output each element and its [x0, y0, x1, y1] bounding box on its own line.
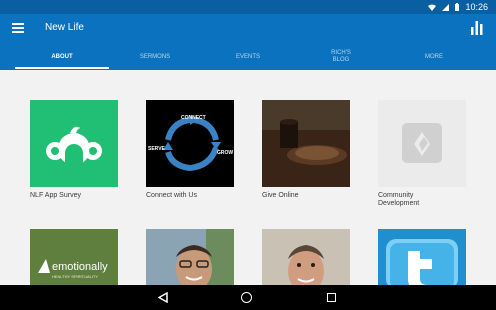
tile-community-development[interactable] [378, 100, 466, 187]
wifi-icon [428, 4, 437, 11]
menu-icon[interactable] [12, 23, 24, 33]
bar-chart-icon[interactable] [471, 21, 483, 35]
coffee-cup-photo-icon [262, 100, 350, 187]
cycle-label: SERVE [148, 146, 166, 152]
emotionally-healthy-logo-icon: emotionally HEALTHY SPIRITUALITY [38, 259, 108, 279]
placeholder-logo-icon [402, 123, 442, 163]
battery-icon [455, 3, 460, 11]
twitter-logo-icon [386, 239, 458, 289]
person-photo-icon [262, 229, 350, 293]
surveymonkey-logo-icon [46, 126, 102, 165]
tile-label: Community Development [378, 192, 420, 207]
home-icon[interactable] [241, 292, 252, 303]
tile-label: Give Online [262, 192, 299, 199]
about-grid: NLF App Survey CONNECT GROW SERVE Connec… [0, 70, 496, 293]
connect-cycle-icon: CONNECT GROW SERVE [148, 115, 233, 172]
logo-text: emotionally [52, 261, 108, 273]
tab-sermons[interactable]: SERMONS [110, 44, 200, 70]
tab-indicator [15, 67, 109, 69]
tile-person-1[interactable] [146, 229, 234, 291]
recents-icon[interactable] [327, 293, 336, 302]
tab-events[interactable]: EVENTS [203, 44, 293, 70]
tab-richs-blog[interactable]: RICH'S BLOG [296, 44, 386, 70]
status-time: 10:26 [465, 2, 488, 12]
tile-give-online[interactable] [262, 100, 350, 187]
tile-person-2[interactable] [262, 229, 350, 293]
person-photo-icon [146, 229, 234, 291]
signal-icon [442, 3, 450, 11]
tile-twitter[interactable] [378, 229, 466, 289]
back-icon[interactable] [158, 292, 168, 303]
tile-label: NLF App Survey [30, 192, 81, 199]
status-icons: 10:26 [428, 1, 488, 13]
tile-nlf-app-survey[interactable] [30, 100, 118, 187]
tab-more[interactable]: MORE [389, 44, 479, 70]
app-bar: New Life [0, 14, 496, 44]
tile-connect-with-us[interactable]: CONNECT GROW SERVE [146, 100, 234, 187]
logo-subtext: HEALTHY SPIRITUALITY [52, 274, 98, 279]
app-title: New Life [45, 22, 84, 33]
cycle-label: GROW [217, 150, 233, 156]
status-bar: 10:26 [0, 0, 496, 14]
tile-emotionally-healthy[interactable]: emotionally HEALTHY SPIRITUALITY [30, 229, 118, 286]
system-nav-bar [0, 285, 496, 310]
tile-label: Connect with Us [146, 192, 197, 199]
cycle-label: CONNECT [181, 115, 206, 121]
